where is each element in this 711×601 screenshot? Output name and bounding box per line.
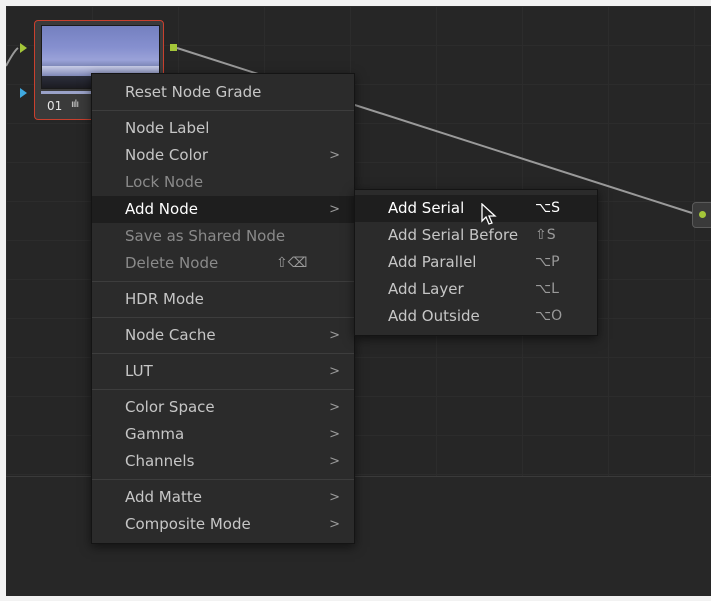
add-node-submenu: Add Serial ⌥S Add Serial Before ⇧S Add Paral…	[354, 189, 598, 336]
chevron-right-icon: >	[329, 364, 340, 379]
menu-item-node-color[interactable]: Node Color >	[92, 142, 354, 169]
menu-item-channels[interactable]: Channels >	[92, 448, 354, 475]
submenu-item-label: Add Parallel	[388, 253, 477, 271]
chevron-right-icon: >	[329, 328, 340, 343]
menu-item-lut[interactable]: LUT >	[92, 358, 354, 385]
menu-item-color-space[interactable]: Color Space >	[92, 394, 354, 421]
menu-item-label: Reset Node Grade	[125, 83, 262, 101]
menu-item-label: Node Color	[125, 146, 209, 164]
menu-item-shortcut: ⇧⌫	[276, 255, 308, 271]
menu-item-label: Lock Node	[125, 173, 204, 191]
menu-item-save-as-shared-node[interactable]: Save as Shared Node	[92, 223, 354, 250]
key-input-port[interactable]	[20, 88, 27, 98]
submenu-item-add-serial-before[interactable]: Add Serial Before ⇧S	[355, 222, 597, 249]
menu-separator	[92, 110, 354, 111]
node-tree-output[interactable]	[692, 202, 711, 228]
menu-separator	[92, 281, 354, 282]
connection-line-input	[6, 47, 19, 67]
submenu-item-shortcut: ⌥L	[535, 281, 559, 297]
menu-separator	[92, 317, 354, 318]
chevron-right-icon: >	[329, 400, 340, 415]
chevron-right-icon: >	[329, 490, 340, 505]
submenu-item-add-serial[interactable]: Add Serial ⌥S	[355, 195, 597, 222]
output-port-dot	[699, 211, 706, 218]
menu-item-label: Composite Mode	[125, 515, 251, 533]
submenu-item-add-parallel[interactable]: Add Parallel ⌥P	[355, 249, 597, 276]
menu-separator	[92, 353, 354, 354]
menu-item-reset-node-grade[interactable]: Reset Node Grade	[92, 79, 354, 106]
node-context-menu: Reset Node Grade Node Label Node Color > Loc…	[91, 73, 355, 544]
histogram-icon: ıılı	[71, 99, 79, 110]
submenu-item-shortcut: ⇧S	[535, 227, 556, 243]
menu-item-node-cache[interactable]: Node Cache >	[92, 322, 354, 349]
chevron-right-icon: >	[329, 202, 340, 217]
submenu-item-label: Add Serial	[388, 199, 465, 217]
menu-item-label: Node Label	[125, 119, 210, 137]
rgb-input-port[interactable]	[20, 43, 27, 53]
menu-separator	[92, 389, 354, 390]
menu-item-label: Color Space	[125, 398, 215, 416]
rgb-output-port[interactable]	[170, 44, 177, 51]
chevron-right-icon: >	[329, 454, 340, 469]
menu-item-composite-mode[interactable]: Composite Mode >	[92, 511, 354, 538]
node-number-label: 01	[47, 99, 63, 113]
chevron-right-icon: >	[329, 427, 340, 442]
submenu-item-add-layer[interactable]: Add Layer ⌥L	[355, 276, 597, 303]
submenu-item-shortcut: ⌥S	[535, 200, 561, 216]
chevron-right-icon: >	[329, 517, 340, 532]
menu-item-gamma[interactable]: Gamma >	[92, 421, 354, 448]
submenu-item-add-outside[interactable]: Add Outside ⌥O	[355, 303, 597, 330]
submenu-item-label: Add Layer	[388, 280, 464, 298]
submenu-item-shortcut: ⌥P	[535, 254, 560, 270]
menu-item-label: Gamma	[125, 425, 185, 443]
menu-item-label: Add Matte	[125, 488, 202, 506]
menu-item-lock-node[interactable]: Lock Node	[92, 169, 354, 196]
menu-item-add-matte[interactable]: Add Matte >	[92, 484, 354, 511]
menu-item-label: HDR Mode	[125, 290, 204, 308]
menu-item-label: Save as Shared Node	[125, 227, 286, 245]
menu-item-label: Delete Node	[125, 254, 219, 272]
menu-item-label: Channels	[125, 452, 195, 470]
submenu-item-shortcut: ⌥O	[535, 308, 563, 324]
submenu-item-label: Add Serial Before	[388, 226, 519, 244]
menu-item-node-label[interactable]: Node Label	[92, 115, 354, 142]
menu-item-hdr-mode[interactable]: HDR Mode	[92, 286, 354, 313]
pointer-cursor-icon	[481, 203, 497, 225]
menu-item-label: Add Node	[125, 200, 198, 218]
menu-item-delete-node[interactable]: Delete Node ⇧⌫	[92, 250, 354, 277]
menu-item-label: LUT	[125, 362, 153, 380]
submenu-item-label: Add Outside	[388, 307, 480, 325]
chevron-right-icon: >	[329, 148, 340, 163]
menu-item-add-node[interactable]: Add Node >	[92, 196, 354, 223]
menu-item-label: Node Cache	[125, 326, 216, 344]
menu-separator	[92, 479, 354, 480]
